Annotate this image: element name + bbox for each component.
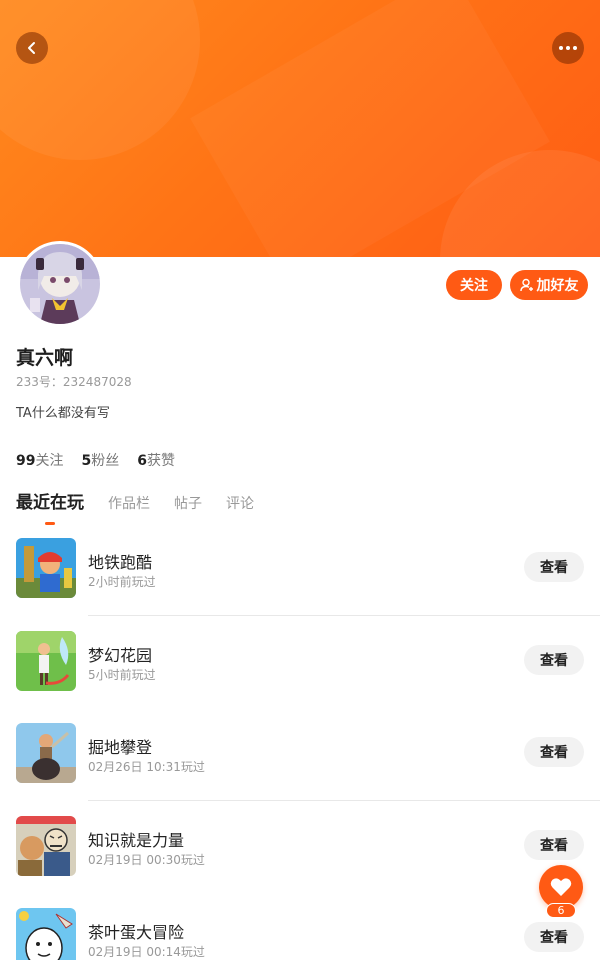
game-title: 茶叶蛋大冒险 (88, 923, 185, 942)
game-played-time: 2小时前玩过 (88, 575, 156, 589)
stat-fans[interactable]: 5粉丝 (81, 450, 119, 470)
add-friend-button-label: 加好友 (536, 278, 579, 294)
list-item[interactable]: 掘地攀登 02月26日 10:31玩过 查看 (0, 708, 600, 801)
stat-value: 99 (16, 453, 36, 469)
chevron-left-icon (28, 42, 35, 54)
list-item[interactable]: 梦幻花园 5小时前玩过 查看 (0, 616, 600, 709)
view-button[interactable]: 查看 (524, 644, 584, 675)
list-item[interactable]: 知识就是力量 02月19日 00:30玩过 查看 (0, 801, 600, 894)
profile-banner (0, 0, 600, 257)
game-played-time: 02月19日 00:14玩过 (88, 945, 205, 959)
list-item[interactable]: 茶叶蛋大冒险 02月19日 00:14玩过 查看 (0, 893, 600, 960)
back-button[interactable] (16, 32, 48, 64)
game-played-time: 02月26日 10:31玩过 (88, 760, 205, 774)
stat-value: 5 (81, 453, 92, 469)
game-title: 地铁跑酷 (88, 553, 153, 572)
tab-recent-played[interactable]: 最近在玩 (16, 488, 84, 513)
stat-label: 关注 (35, 453, 64, 469)
game-played-time: 02月19日 00:30玩过 (88, 852, 205, 867)
follow-button[interactable]: 关注 (446, 270, 502, 300)
game-icon-subway-surfers (16, 538, 76, 598)
view-button[interactable]: 查看 (524, 737, 584, 767)
profile-tabs: 最近在玩 作品栏 帖子 评论 (16, 488, 254, 513)
like-count-badge: 6 (546, 903, 576, 918)
avatar-image (20, 244, 100, 324)
game-title: 掘地攀登 (88, 738, 153, 757)
more-button[interactable] (552, 32, 584, 64)
more-dots-icon (559, 46, 577, 50)
profile-bio: TA什么都没有写 (16, 406, 110, 421)
heart-icon (550, 878, 572, 896)
game-played-time: 5小时前玩过 (88, 667, 156, 682)
stat-likes[interactable]: 6获赞 (137, 450, 175, 470)
view-button[interactable]: 查看 (524, 922, 584, 952)
stat-label: 获赞 (146, 453, 175, 469)
game-icon-knowledge-is-power (16, 815, 76, 876)
tab-works[interactable]: 作品栏 (108, 493, 150, 513)
profile-name: 真六啊 (16, 347, 74, 369)
stat-following[interactable]: 99关注 (16, 450, 63, 470)
view-button[interactable]: 查看 (524, 829, 584, 860)
profile-uid: 233号：232487028 (16, 375, 132, 389)
game-icon-tea-egg-adventure (16, 908, 76, 960)
banner-decoration (0, 0, 200, 160)
game-title: 梦幻花园 (88, 645, 153, 665)
avatar[interactable] (17, 241, 103, 327)
game-icon-gardenscapes (16, 630, 76, 691)
list-item[interactable]: 地铁跑酷 2小时前玩过 查看 (0, 523, 600, 616)
view-button[interactable]: 查看 (524, 552, 584, 582)
recent-games-list: 地铁跑酷 2小时前玩过 查看 梦幻花园 5小时前玩过 查看 掘地攀登 02月26… (0, 523, 600, 960)
game-title: 知识就是力量 (88, 830, 185, 850)
add-user-icon (519, 278, 533, 292)
stat-value: 6 (137, 453, 147, 469)
follow-button-label: 关注 (460, 278, 488, 294)
stat-label: 粉丝 (91, 453, 120, 469)
game-icon-getting-over-it (16, 723, 76, 783)
tab-posts[interactable]: 帖子 (174, 493, 202, 513)
tab-comments[interactable]: 评论 (226, 493, 254, 513)
profile-stats: 99关注 5粉丝 6获赞 (16, 450, 175, 470)
add-friend-button[interactable]: 加好友 (510, 270, 588, 300)
